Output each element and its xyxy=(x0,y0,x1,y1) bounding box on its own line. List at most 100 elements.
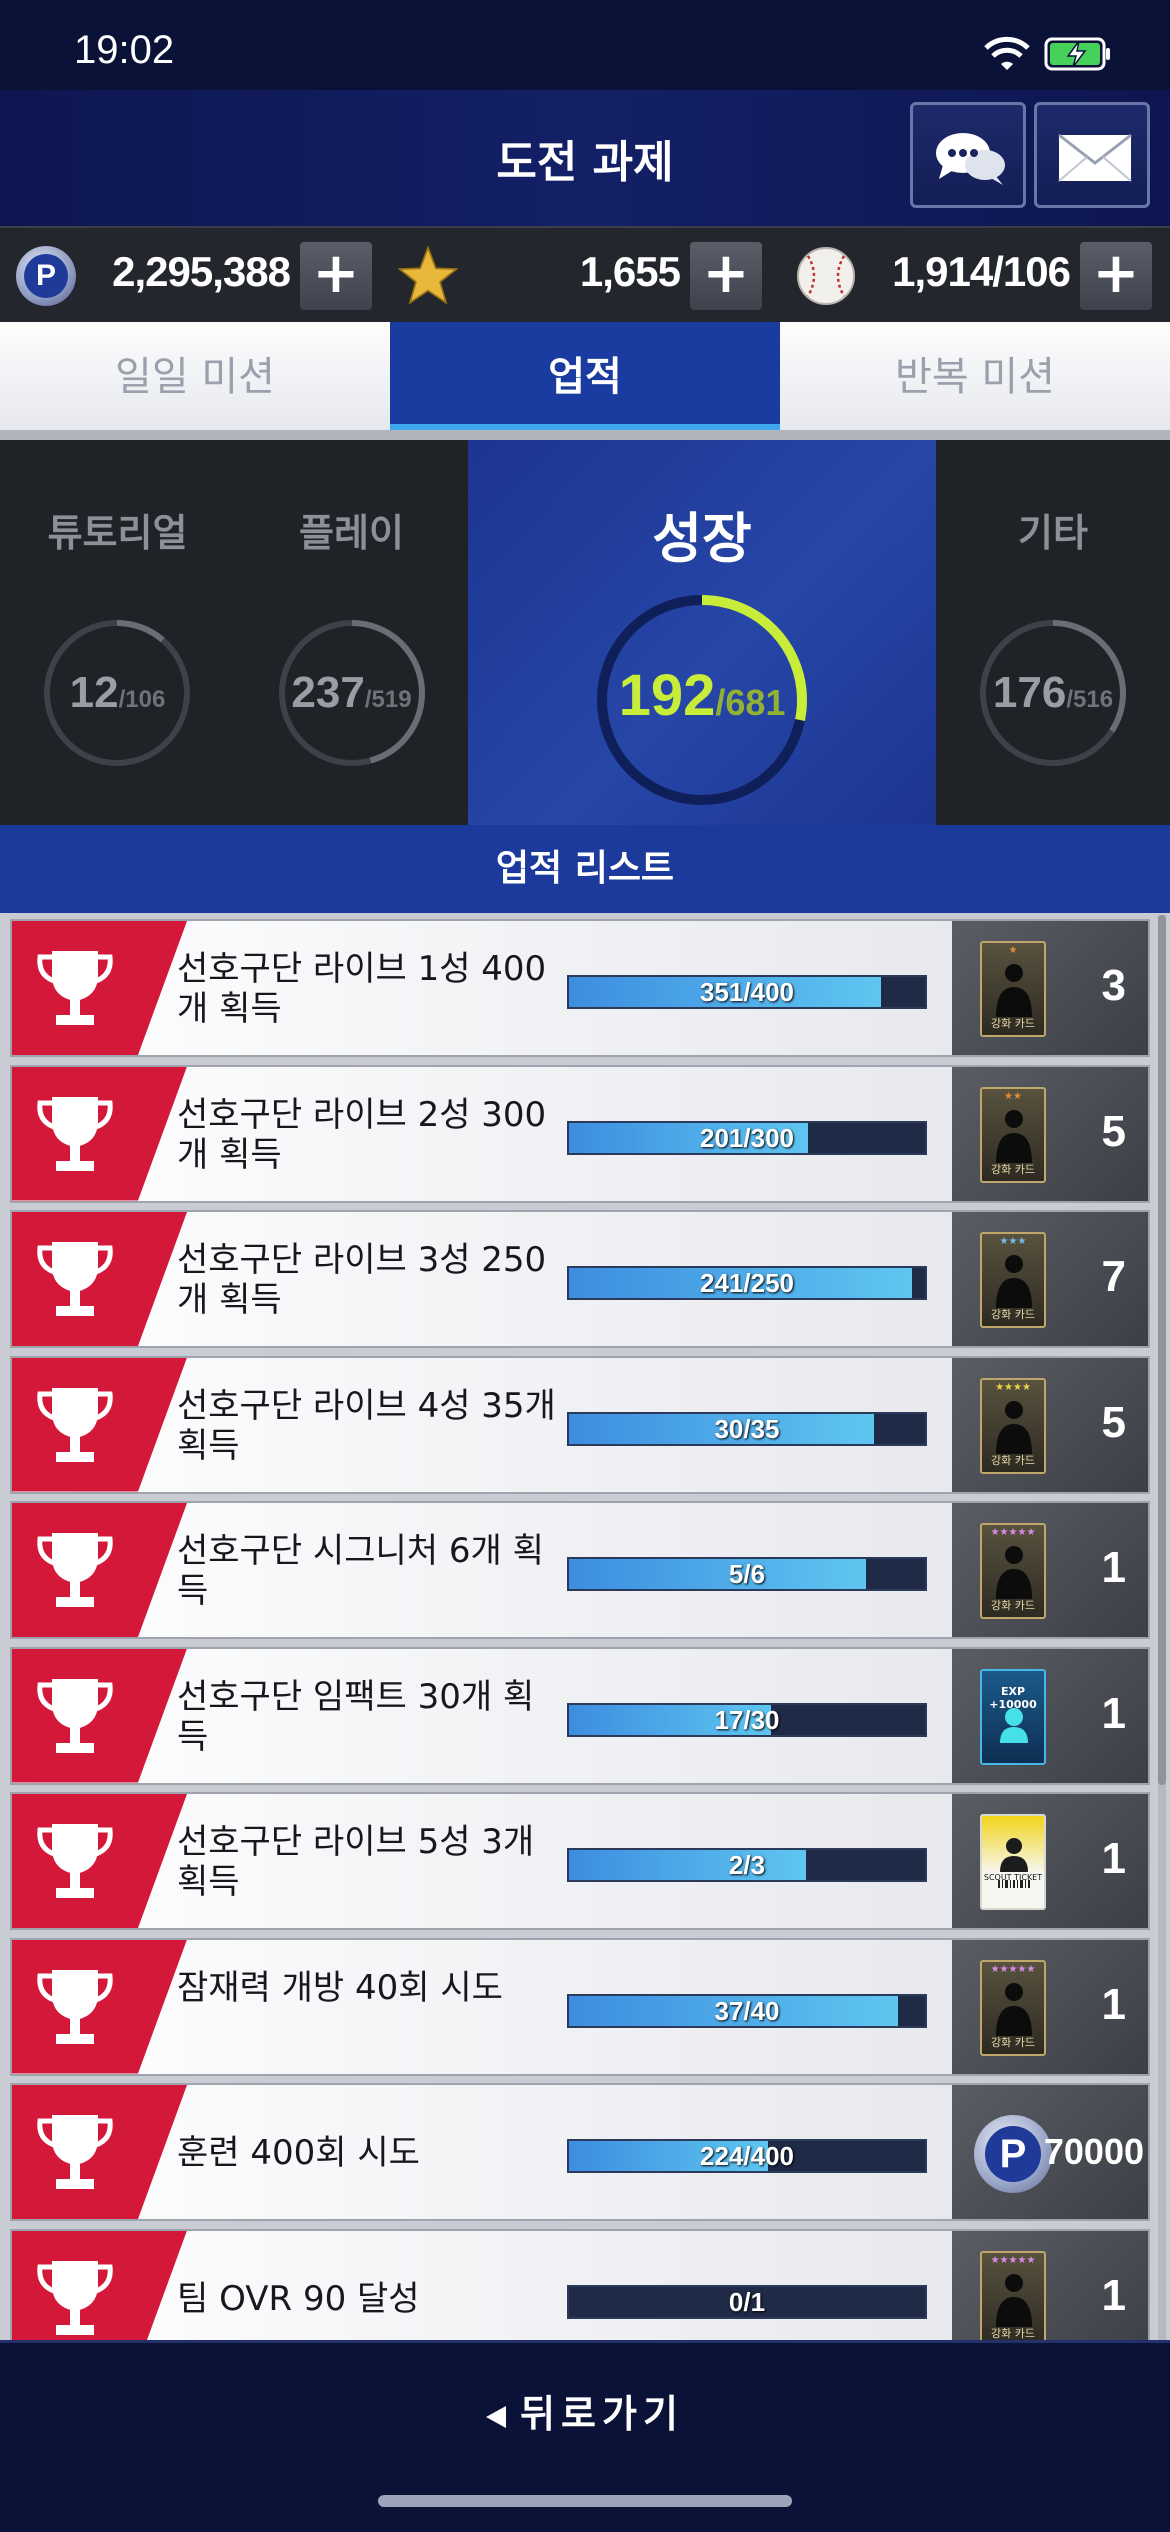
reward-box[interactable]: ★★★★★ 강화 카드 1 xyxy=(952,2230,1148,2340)
tab-achievements[interactable]: 업적 xyxy=(390,322,780,432)
achievement-row[interactable]: 선호구단 라이브 1성 400개 획득 351/400 ★ 강화 카드 3 xyxy=(10,919,1150,1057)
tab-daily-mission[interactable]: 일일 미션 xyxy=(0,322,390,432)
achievement-progress-bar: 30/35 xyxy=(567,1411,927,1446)
trophy-icon xyxy=(37,1096,113,1171)
reward-quantity: 7 xyxy=(1101,1252,1126,1301)
achievement-progress-bar: 224/400 xyxy=(567,2139,927,2173)
reward-box[interactable]: ★ 강화 카드 3 xyxy=(952,921,1148,1055)
achievement-name: 팀 OVR 90 달성 xyxy=(177,2278,420,2319)
trophy-icon xyxy=(37,951,113,1025)
reward-quantity: 70000 xyxy=(1043,2131,1144,2172)
achievement-row[interactable]: 선호구단 시그니처 6개 획득 5/6 ★★★★★ 강화 카드 1 xyxy=(10,1501,1150,1639)
achievement-progress-bar: 241/250 xyxy=(567,1266,927,1300)
upgrade-card-icon: ★★★★ 강화 카드 xyxy=(980,1377,1046,1474)
achievement-progress-bar: 201/300 xyxy=(567,1120,927,1155)
add-stars-button[interactable]: + xyxy=(690,242,762,310)
category-count: 192/681 xyxy=(618,663,786,728)
achievement-row[interactable]: 선호구단 라이브 2성 300개 획득 201/300 ★★ 강화 카드 5 xyxy=(10,1064,1150,1203)
baseball-icon xyxy=(797,247,855,305)
tab-repeat-mission[interactable]: 반복 미션 xyxy=(780,322,1170,432)
mail-icon xyxy=(1058,133,1132,182)
trophy-badge xyxy=(12,1357,187,1492)
back-label: 뒤로가기 xyxy=(520,2392,684,2436)
stars-value: 1,655 xyxy=(579,248,681,295)
mail-button[interactable] xyxy=(1034,102,1150,208)
trophy-icon xyxy=(37,2260,113,2335)
progress-text: 2/3 xyxy=(728,1850,766,1880)
chat-button[interactable] xyxy=(910,102,1026,208)
reward-box[interactable]: P 70000 xyxy=(952,2085,1148,2219)
chat-icon xyxy=(936,133,1005,185)
add-points-button[interactable]: + xyxy=(300,242,372,310)
trophy-icon xyxy=(37,1242,113,1316)
achievement-row[interactable]: 팀 OVR 90 달성 0/1 ★★★★★ 강화 카드 1 xyxy=(10,2228,1150,2340)
p-coin-icon: P xyxy=(16,246,76,306)
trophy-badge xyxy=(12,1939,187,2074)
clock: 19:02 xyxy=(74,28,175,72)
upgrade-card-icon: ★ 강화 카드 xyxy=(980,941,1046,1037)
reward-quantity: 3 xyxy=(1101,961,1126,1010)
achievement-progress-bar: 351/400 xyxy=(567,975,927,1009)
achievement-name: 선호구단 임팩트 30개 획득 xyxy=(177,1676,535,1757)
back-arrow-icon xyxy=(486,2405,507,2428)
back-button[interactable]: 뒤로가기 xyxy=(0,2383,1170,2438)
trophy-badge xyxy=(12,921,187,1055)
scrollbar-thumb[interactable] xyxy=(1158,915,1166,1785)
reward-box[interactable]: ★★★ 강화 카드 7 xyxy=(952,1212,1148,1346)
reward-box[interactable]: SCOUT TICKET 1 xyxy=(952,1794,1148,1928)
progress-text: 17/30 xyxy=(714,1704,780,1735)
achievement-name: 선호구단 시그니처 6개 획득 xyxy=(177,1531,544,1611)
trophy-badge xyxy=(12,1212,187,1346)
category-count: 176/516 xyxy=(992,668,1114,717)
upgrade-card-icon: ★★★★★ 강화 카드 xyxy=(980,1523,1046,1619)
achievement-row[interactable]: 선호구단 라이브 5성 3개 획득 2/3 SCOUT TICKET 1 xyxy=(10,1792,1150,1930)
reward-quantity: 1 xyxy=(1101,1834,1126,1883)
upgrade-card-icon: ★★★★★ 강화 카드 xyxy=(980,2250,1046,2340)
trophy-icon xyxy=(37,1824,113,1898)
achievement-row[interactable]: 선호구단 임팩트 30개 획득 17/30 EXP +10000 1 xyxy=(10,1646,1150,1785)
trophy-icon xyxy=(37,2115,113,2189)
trophy-icon xyxy=(37,1533,113,1607)
achievement-list[interactable]: 선호구단 라이브 1성 400개 획득 351/400 ★ 강화 카드 3 선호구단 라이… xyxy=(0,913,1170,2340)
achievement-progress-bar: 37/40 xyxy=(567,1993,927,2028)
category-etc[interactable]: 기타 176/516 xyxy=(936,440,1170,825)
reward-quantity: 5 xyxy=(1101,1106,1126,1156)
reward-box[interactable]: EXP +10000 1 xyxy=(952,1648,1148,1783)
baseballs-value: 1,914/106 xyxy=(892,248,1071,295)
category-tutorial[interactable]: 튜토리얼 12/106 xyxy=(0,440,235,825)
progress-text: 30/35 xyxy=(714,1413,780,1444)
trophy-badge xyxy=(12,1648,187,1783)
category-label: 튜토리얼 xyxy=(47,511,188,555)
achievement-row[interactable]: 훈련 400회 시도 224/400 P 70000 xyxy=(10,2083,1150,2221)
category-label: 기타 xyxy=(1018,511,1088,555)
trophy-icon xyxy=(37,1387,113,1462)
upgrade-card-icon: ★★ 강화 카드 xyxy=(980,1086,1046,1183)
tab-divider xyxy=(0,430,1170,440)
progress-text: 0/1 xyxy=(728,2286,766,2317)
add-baseballs-button[interactable]: + xyxy=(1080,242,1152,310)
reward-quantity: 5 xyxy=(1101,1397,1126,1447)
trophy-badge xyxy=(12,1066,187,1201)
trophy-badge xyxy=(12,2230,187,2340)
reward-box[interactable]: ★★★★★ 강화 카드 1 xyxy=(952,1503,1148,1637)
trophy-badge xyxy=(12,1794,187,1928)
achievement-row[interactable]: 잠재력 개방 40회 시도 37/40 ★★★★★ 강화 카드 1 xyxy=(10,1937,1150,2076)
reward-box[interactable]: ★★★★ 강화 카드 5 xyxy=(952,1357,1148,1492)
achievement-row[interactable]: 선호구단 라이브 4성 35개 획득 30/35 ★★★★ 강화 카드 5 xyxy=(10,1355,1150,1494)
category-play[interactable]: 플레이 237/519 xyxy=(235,440,468,825)
reward-box[interactable]: ★★★★★ 강화 카드 1 xyxy=(952,1939,1148,2074)
achievement-progress-bar: 17/30 xyxy=(567,1702,927,1737)
achievement-name: 훈련 400회 시도 xyxy=(177,2133,420,2173)
progress-text: 241/250 xyxy=(700,1268,794,1298)
currency-bar: P 2,295,388 + 1,655 + 1,914/106 + xyxy=(0,226,1170,322)
battery-charging-icon xyxy=(1044,37,1110,71)
category-growth[interactable]: 성장 192/681 xyxy=(468,440,936,825)
achievement-row[interactable]: 선호구단 라이브 3성 250개 획득 241/250 ★★★ 강화 카드 7 xyxy=(10,1210,1150,1348)
home-indicator[interactable] xyxy=(378,2495,792,2507)
reward-box[interactable]: ★★ 강화 카드 5 xyxy=(952,1066,1148,1201)
scout-ticket-icon: SCOUT TICKET xyxy=(980,1814,1046,1910)
progress-text: 5/6 xyxy=(728,1559,766,1589)
achievement-name: 선호구단 라이브 2성 300개 획득 xyxy=(177,1094,547,1175)
reward-quantity: 1 xyxy=(1101,2270,1126,2320)
progress-text: 37/40 xyxy=(714,1995,780,2026)
